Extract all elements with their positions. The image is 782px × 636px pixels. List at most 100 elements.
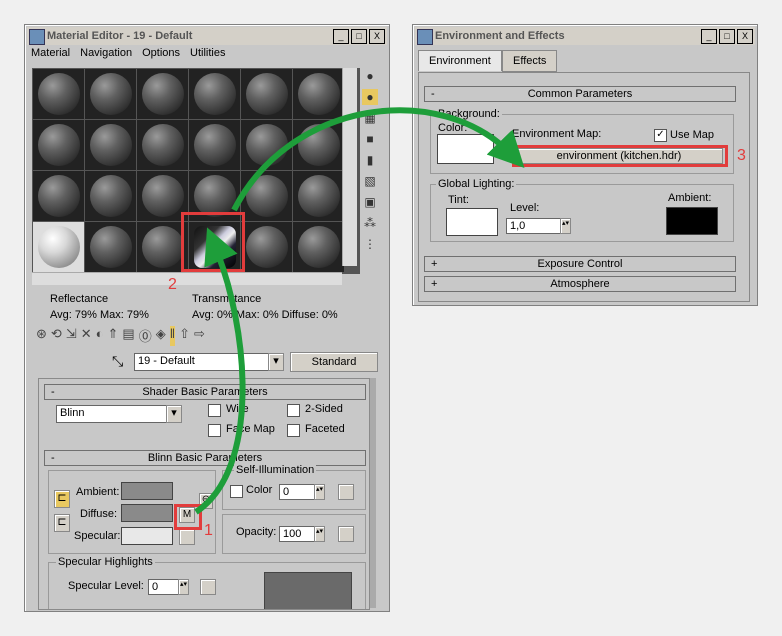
sample-slot[interactable] <box>293 120 344 170</box>
put-to-scene-icon[interactable]: ⟲ <box>51 326 62 346</box>
sample-side-toolbar: ● ● ▦ ■ ▮ ▧ ▣ ⁂ ⋮ <box>362 68 380 252</box>
sample-slot[interactable] <box>85 69 136 119</box>
tab-environment[interactable]: Environment <box>418 50 502 71</box>
use-map-checkbox[interactable]: ✓ <box>654 129 667 142</box>
shader-rollout-header[interactable]: - Shader Basic Parameters <box>44 384 366 400</box>
select-by-material-icon[interactable]: ⁂ <box>362 215 378 231</box>
slot-vertical-scrollbar[interactable] <box>342 68 357 266</box>
opacity-spinner[interactable]: ▴▾ <box>314 526 325 542</box>
make-copy-icon[interactable]: ◐ <box>96 326 104 346</box>
specular-level-field[interactable]: 0 <box>148 579 179 595</box>
sample-slot[interactable] <box>137 69 188 119</box>
sample-type-icon[interactable]: ● <box>362 68 378 84</box>
panel-scrollbar[interactable] <box>370 378 376 608</box>
opacity-map-button[interactable] <box>338 526 354 542</box>
self-illum-map-button[interactable] <box>338 484 354 500</box>
shader-type-select[interactable]: Blinn <box>56 405 171 423</box>
ambient-color-swatch[interactable] <box>121 482 173 500</box>
menu-utilities[interactable]: Utilities <box>190 47 225 59</box>
go-forward-sibling-icon[interactable]: ⇨ <box>194 326 205 346</box>
close-button[interactable]: X <box>369 29 385 44</box>
faceted-checkbox[interactable] <box>287 424 300 437</box>
self-illum-value-field[interactable]: 0 <box>279 484 316 500</box>
show-end-result-icon[interactable]: ‖ <box>169 326 176 346</box>
material-name-field[interactable]: 19 - Default <box>134 353 271 371</box>
sample-slot-selected[interactable] <box>33 222 84 272</box>
blinn-rollout-header[interactable]: - Blinn Basic Parameters <box>44 450 366 466</box>
environment-titlebar[interactable]: Environment and Effects _ □ X <box>415 27 755 45</box>
sample-slot[interactable] <box>241 120 292 170</box>
self-illum-color-checkbox[interactable] <box>230 485 243 498</box>
tint-color-swatch[interactable] <box>446 208 498 236</box>
lock-ambient-diffuse-icon[interactable]: ⊏ <box>54 490 70 508</box>
sample-slot[interactable] <box>33 171 84 221</box>
face-map-checkbox[interactable] <box>208 424 221 437</box>
slot-horizontal-scrollbar[interactable] <box>32 272 342 285</box>
annotation-number-2: 2 <box>168 276 177 293</box>
material-name-dropdown[interactable]: ▾ <box>268 353 284 371</box>
exposure-control-header[interactable]: + Exposure Control <box>424 256 736 272</box>
minimize-button[interactable]: _ <box>701 29 717 44</box>
level-value-field[interactable]: 1,0 <box>506 218 561 234</box>
sample-slot[interactable] <box>293 69 344 119</box>
wire-checkbox[interactable] <box>208 404 221 417</box>
sample-slot[interactable] <box>33 69 84 119</box>
common-parameters-title: Common Parameters <box>527 88 633 100</box>
specular-level-map-button[interactable] <box>200 579 216 595</box>
specular-level-spinner[interactable]: ▴▾ <box>178 579 189 595</box>
tab-effects[interactable]: Effects <box>502 50 558 72</box>
reset-map-icon[interactable]: ✕ <box>81 326 92 346</box>
backlight-icon[interactable]: ● <box>362 89 378 105</box>
global-lighting-label: Global Lighting: <box>436 178 517 190</box>
background-checker-icon[interactable]: ▦ <box>362 110 378 126</box>
menu-options[interactable]: Options <box>142 47 180 59</box>
sample-slot[interactable] <box>137 120 188 170</box>
sample-slot[interactable] <box>33 120 84 170</box>
material-editor-titlebar[interactable]: Material Editor - 19 - Default _ □ X <box>27 27 387 45</box>
sample-slot[interactable] <box>241 222 292 272</box>
common-parameters-header[interactable]: - Common Parameters <box>424 86 736 102</box>
menu-material[interactable]: Material <box>31 47 70 59</box>
sample-slot[interactable] <box>85 120 136 170</box>
make-preview-icon[interactable]: ▧ <box>362 173 378 189</box>
material-id-icon[interactable]: ⓪ <box>139 326 152 346</box>
opacity-value-field[interactable]: 100 <box>279 526 316 542</box>
maximize-button[interactable]: □ <box>719 29 735 44</box>
specular-map-button[interactable] <box>179 529 195 545</box>
sample-slot[interactable] <box>189 69 240 119</box>
material-type-button[interactable]: Standard <box>290 352 378 372</box>
lock-diffuse-specular-icon[interactable]: ⊏ <box>54 514 70 532</box>
assign-to-selection-icon[interactable]: ⇲ <box>66 326 77 346</box>
sample-slot[interactable] <box>241 69 292 119</box>
show-map-in-viewport-icon[interactable]: ◈ <box>156 326 166 346</box>
sample-slot[interactable] <box>189 120 240 170</box>
options-icon[interactable]: ▣ <box>362 194 378 210</box>
pick-material-icon[interactable]: ⤡ <box>112 353 123 370</box>
put-to-library-icon[interactable]: ▤ <box>122 326 134 346</box>
make-unique-icon[interactable]: ⇑ <box>107 326 118 346</box>
shader-dropdown-icon[interactable]: ▾ <box>166 405 182 423</box>
sample-slot[interactable] <box>293 171 344 221</box>
self-illum-spinner[interactable]: ▴▾ <box>314 484 325 500</box>
maximize-button[interactable]: □ <box>351 29 367 44</box>
sample-slot[interactable] <box>241 171 292 221</box>
go-to-parent-icon[interactable]: ⇧ <box>179 326 190 346</box>
background-color-swatch[interactable] <box>437 134 494 164</box>
uv-tiling-icon[interactable]: ■ <box>362 131 378 147</box>
menu-navigation[interactable]: Navigation <box>80 47 132 59</box>
level-spinner[interactable]: ▴▾ <box>560 218 571 234</box>
sample-slot[interactable] <box>85 171 136 221</box>
specular-color-swatch[interactable] <box>121 527 173 545</box>
ambient-color-swatch[interactable] <box>666 207 718 235</box>
wire-label: Wire <box>226 403 249 415</box>
material-map-navigator-icon[interactable]: ⋮ <box>362 236 378 252</box>
atmosphere-header[interactable]: + Atmosphere <box>424 276 736 292</box>
sample-slot[interactable] <box>293 222 344 272</box>
close-button[interactable]: X <box>737 29 753 44</box>
two-sided-checkbox[interactable] <box>287 404 300 417</box>
video-color-check-icon[interactable]: ▮ <box>362 152 378 168</box>
sample-slot[interactable] <box>85 222 136 272</box>
get-material-icon[interactable]: ⊛ <box>36 326 47 346</box>
minimize-button[interactable]: _ <box>333 29 349 44</box>
diffuse-color-swatch[interactable] <box>121 504 173 522</box>
